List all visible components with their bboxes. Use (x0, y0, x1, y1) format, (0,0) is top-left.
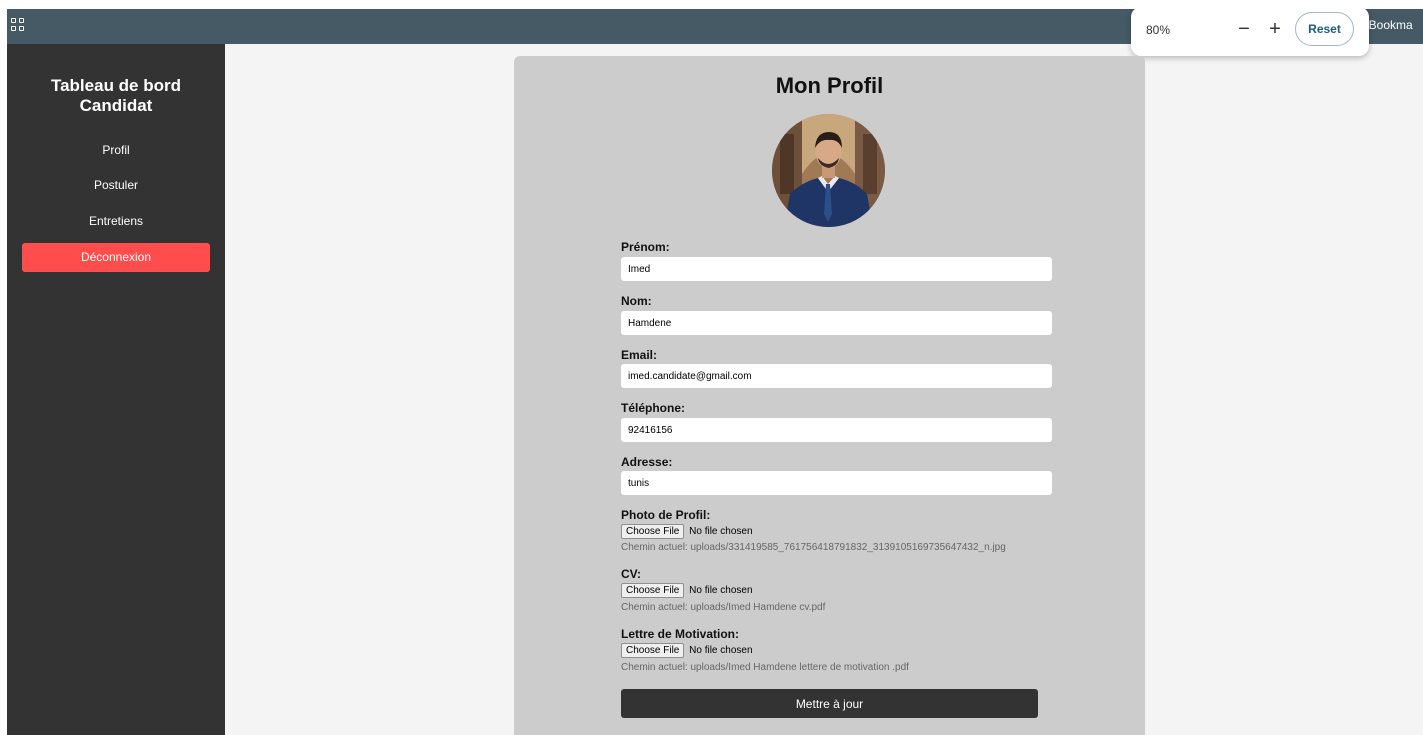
photo-file-row: Choose File No file chosen (621, 524, 753, 539)
photo-file-status: No file chosen (689, 526, 753, 537)
zoom-popup: 80% − + Reset (1131, 9, 1369, 56)
label-photo: Photo de Profil: (621, 508, 711, 522)
label-lettre: Lettre de Motivation: (621, 627, 740, 641)
label-cv: CV: (621, 567, 642, 581)
zoom-level: 80% (1146, 23, 1171, 37)
sidebar-title-line1: Tableau de bord (50, 76, 182, 95)
logout-button[interactable]: Déconnexion (22, 243, 210, 272)
label-prenom: Prénom: (621, 240, 670, 254)
label-telephone: Téléphone: (621, 401, 686, 415)
sidebar-item-postuler[interactable]: Postuler (22, 171, 210, 200)
browser-viewport: ll Bookma 80% − + Reset Tableau de bord … (7, 9, 1423, 735)
avatar-portrait-icon (772, 114, 885, 227)
prenom-input[interactable] (621, 257, 1052, 281)
telephone-input[interactable] (621, 418, 1052, 442)
sidebar-title-line2: Candidat (79, 96, 153, 115)
label-adresse: Adresse: (621, 455, 673, 469)
sidebar-item-entretiens[interactable]: Entretiens (22, 207, 210, 236)
cv-choose-file-button[interactable]: Choose File (621, 583, 685, 598)
update-button[interactable]: Mettre à jour (621, 689, 1038, 718)
page-title: Mon Profil (775, 73, 884, 98)
profile-card: Mon Profil Prénom: Nom: (514, 56, 1145, 735)
lettre-file-status: No file chosen (689, 645, 753, 656)
lettre-choose-file-button[interactable]: Choose File (621, 643, 685, 658)
lettre-current-path: Chemin actuel: uploads/Imed Hamdene lett… (621, 662, 909, 673)
sidebar: Tableau de bord Candidat Profil Postuler… (7, 44, 225, 735)
zoom-out-button[interactable]: − (1234, 17, 1254, 41)
nom-input[interactable] (621, 311, 1052, 335)
zoom-reset-button[interactable]: Reset (1295, 12, 1354, 46)
email-input[interactable] (621, 364, 1052, 388)
label-nom: Nom: (621, 294, 652, 308)
photo-choose-file-button[interactable]: Choose File (621, 524, 685, 539)
zoom-in-button[interactable]: + (1265, 17, 1285, 41)
label-email: Email: (621, 348, 658, 362)
profile-avatar (772, 114, 885, 227)
cv-file-row: Choose File No file chosen (621, 583, 753, 598)
lettre-file-row: Choose File No file chosen (621, 643, 753, 658)
apps-grid-icon[interactable] (11, 18, 25, 32)
sidebar-title: Tableau de bord Candidat (7, 76, 225, 116)
cv-file-status: No file chosen (689, 585, 753, 596)
adresse-input[interactable] (621, 471, 1052, 495)
sidebar-item-profil[interactable]: Profil (22, 136, 210, 165)
photo-current-path: Chemin actuel: uploads/331419585_7617564… (621, 542, 1006, 553)
cv-current-path: Chemin actuel: uploads/Imed Hamdene cv.p… (621, 602, 826, 613)
